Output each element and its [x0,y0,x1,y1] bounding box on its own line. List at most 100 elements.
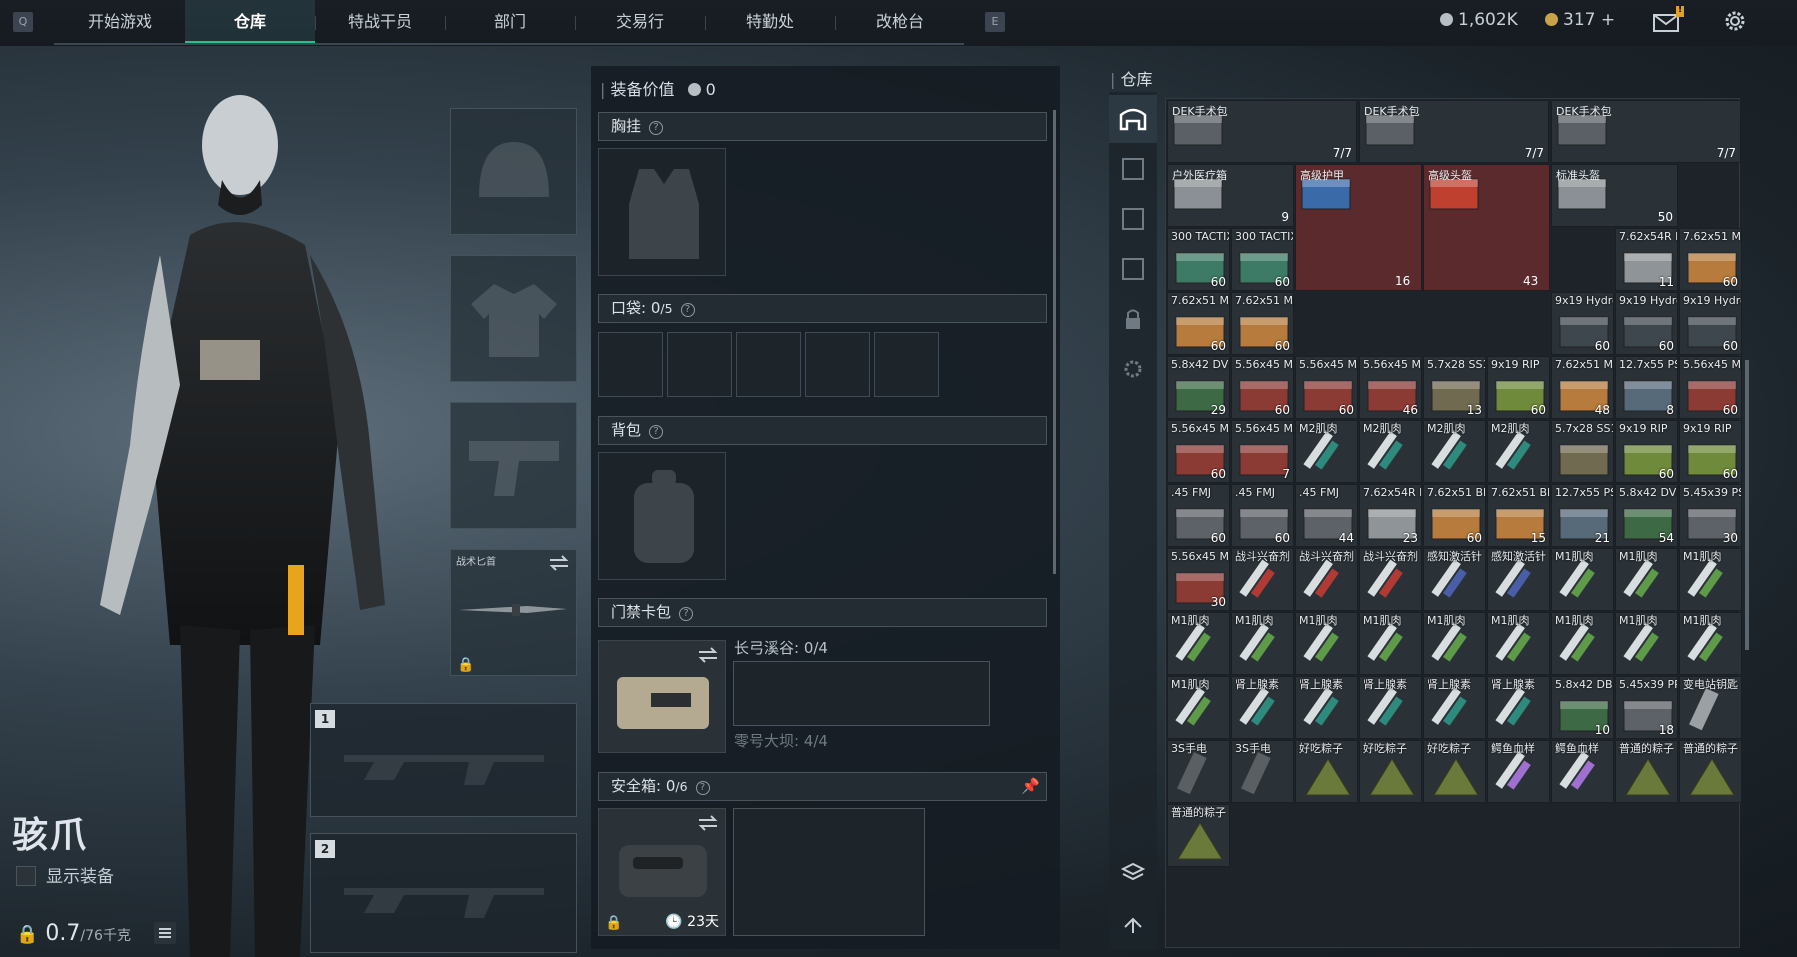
gear-item-3[interactable]: 标准头盔 50 [1551,164,1678,227]
inventory-item[interactable]: .45 FMJ 60 [1231,484,1294,547]
inventory-item[interactable]: M1肌肉 [1231,612,1294,675]
sort-button[interactable] [1109,897,1157,945]
warehouse-tab-3[interactable] [1109,245,1157,293]
inventory-item[interactable]: 3S手电 [1167,740,1230,803]
inventory-item[interactable]: 5.56x45 M855 30 [1167,548,1230,611]
inventory-item[interactable]: M1肌肉 [1359,612,1422,675]
help-icon[interactable]: ? [649,121,664,135]
sidearm-slot[interactable] [450,402,577,529]
inventory-item[interactable]: 肾上腺素 [1359,676,1422,739]
inventory-item[interactable]: 7.62x51 M80 48 [1551,356,1614,419]
inventory-item[interactable]: 5.56x45 M855A1 60 [1167,420,1230,483]
inventory-item[interactable]: 9x19 RIP 60 [1487,356,1550,419]
inventory-item[interactable]: 好吃粽子 [1359,740,1422,803]
inventory-item[interactable]: 鳄鱼血样 [1487,740,1550,803]
inventory-item[interactable]: 9x19 RIP 60 [1679,420,1742,483]
inventory-item[interactable]: 9x19 Hydro 60 [1679,292,1742,355]
pocket-slot[interactable] [736,332,801,397]
surgery-kit-item[interactable]: DEK手术包 7/7 [1359,100,1549,163]
tab-1[interactable]: 仓库 [185,0,315,44]
inventory-item[interactable]: 5.56x45 M995 60 [1231,356,1294,419]
secondary-weapon-slot[interactable]: 2 [310,833,577,953]
mail-button[interactable]: ! [1652,5,1685,38]
warehouse-settings-tab[interactable] [1109,345,1157,393]
inventory-item[interactable]: .45 FMJ 60 [1167,484,1230,547]
stack-button[interactable] [1109,847,1157,895]
inventory-item[interactable]: 变电站钥匙 [1679,676,1742,739]
inventory-item[interactable]: 5.8x42 DVP88 54 [1615,484,1678,547]
inventory-item[interactable]: 5.8x42 DVC12 29 [1167,356,1230,419]
pin-icon[interactable]: 📌 [1021,773,1040,800]
inventory-item[interactable]: M1肌肉 [1679,612,1742,675]
inventory-item[interactable]: 7.62x51 BPZ 60 [1423,484,1486,547]
pocket-slot[interactable] [874,332,939,397]
next-tab-key-hint[interactable]: E [985,12,1005,32]
gear-item-2[interactable]: 高级头盔 [1423,164,1550,291]
melee-slot[interactable]: 战术匕首 🔒 [450,549,577,676]
inventory-item[interactable]: 肾上腺素 [1231,676,1294,739]
pocket-slot[interactable] [598,332,663,397]
keycard-case-slot[interactable] [598,640,726,753]
show-equipment-checkbox[interactable] [16,866,36,886]
tab-2[interactable]: 特战干员 [315,0,445,44]
inventory-item[interactable]: 好吃粽子 [1423,740,1486,803]
pocket-slot[interactable] [805,332,870,397]
settings-button[interactable] [1720,6,1752,38]
inventory-item[interactable]: 7.62x51 BPZ 15 [1487,484,1550,547]
inventory-item[interactable]: 5.56x45 M855A1 60 [1679,356,1742,419]
backpack-slot[interactable] [598,452,726,580]
warehouse-all-tab[interactable] [1109,95,1157,143]
swap-icon[interactable] [548,555,570,571]
surgery-kit-item[interactable]: DEK手术包 7/7 [1551,100,1741,163]
list-view-button[interactable] [154,922,176,944]
gold-currency[interactable]: 317 + [1545,10,1615,30]
inventory-item[interactable]: 5.7x28 SS193 13 [1423,356,1486,419]
safebox-slot[interactable]: 🔒 🕒 23天 [598,808,726,936]
inventory-item[interactable]: M1肌肉 [1167,612,1230,675]
tab-6[interactable]: 改枪台 [835,0,965,44]
inventory-item[interactable]: 5.45x39 PS 30 [1679,484,1742,547]
inventory-item[interactable]: M1肌肉 [1615,612,1678,675]
inventory-item[interactable]: 300 TACTIX 60 [1167,228,1230,291]
inventory-item[interactable]: 7.62x51 M62 60 [1231,292,1294,355]
helmet-slot[interactable] [450,108,577,235]
inventory-item[interactable]: 300 TACTIX 60 [1231,228,1294,291]
inventory-item[interactable]: 7.62x51 M62 60 [1167,292,1230,355]
tab-5[interactable]: 特勤处 [705,0,835,44]
inventory-item[interactable]: 5.8x42 DBP87 10 [1551,676,1614,739]
inventory-item[interactable]: M2肌肉 [1359,420,1422,483]
inventory-item[interactable]: 战斗兴奋剂 [1295,548,1358,611]
inventory-item[interactable]: 9x19 Hydro 60 [1615,292,1678,355]
inventory-item[interactable]: 5.56x45 M995 60 [1295,356,1358,419]
inventory-item[interactable]: M2肌肉 [1487,420,1550,483]
inventory-item[interactable]: M1肌肉 [1487,612,1550,675]
inventory-item[interactable]: M1肌肉 [1167,676,1230,739]
inventory-item[interactable]: 普通的粽子 [1679,740,1742,803]
show-equipment-toggle[interactable]: 显示装备 [16,862,114,887]
inventory-item[interactable]: 12.7x55 PS12A 21 [1551,484,1614,547]
tab-3[interactable]: 部门 [445,0,575,44]
inventory-item[interactable]: 12.7x55 PS12 8 [1615,356,1678,419]
inventory-item[interactable]: 好吃粽子 [1295,740,1358,803]
inventory-item[interactable]: 7.62x54R LPS 23 [1359,484,1422,547]
inventory-item[interactable]: 7.62x51 M62 60 [1679,228,1742,291]
swap-icon[interactable] [697,815,719,831]
swap-icon[interactable] [697,647,719,663]
inventory-item[interactable]: M2肌肉 [1295,420,1358,483]
gear-item-1[interactable]: 高级护甲 [1295,164,1422,291]
help-icon[interactable]: ? [649,425,664,439]
warehouse-tab-locked[interactable] [1109,295,1157,343]
inventory-item[interactable]: M1肌肉 [1679,548,1742,611]
inventory-item[interactable]: 3S手电 [1231,740,1294,803]
inventory-item[interactable]: 5.56x45 M855A1 7 [1231,420,1294,483]
inventory-item[interactable]: 普通的粽子 [1615,740,1678,803]
warehouse-tab-1[interactable] [1109,145,1157,193]
inventory-item[interactable]: 感知激活针 [1487,548,1550,611]
pocket-slot[interactable] [667,332,732,397]
inventory-item[interactable]: 肾上腺素 [1423,676,1486,739]
inventory-item[interactable]: 5.45x39 PPS 18 [1615,676,1678,739]
inventory-item[interactable]: 9x19 Hydro 60 [1551,292,1614,355]
armor-slot[interactable] [450,255,577,382]
chest-rig-slot[interactable] [598,148,726,276]
inventory-item[interactable]: M1肌肉 [1551,548,1614,611]
